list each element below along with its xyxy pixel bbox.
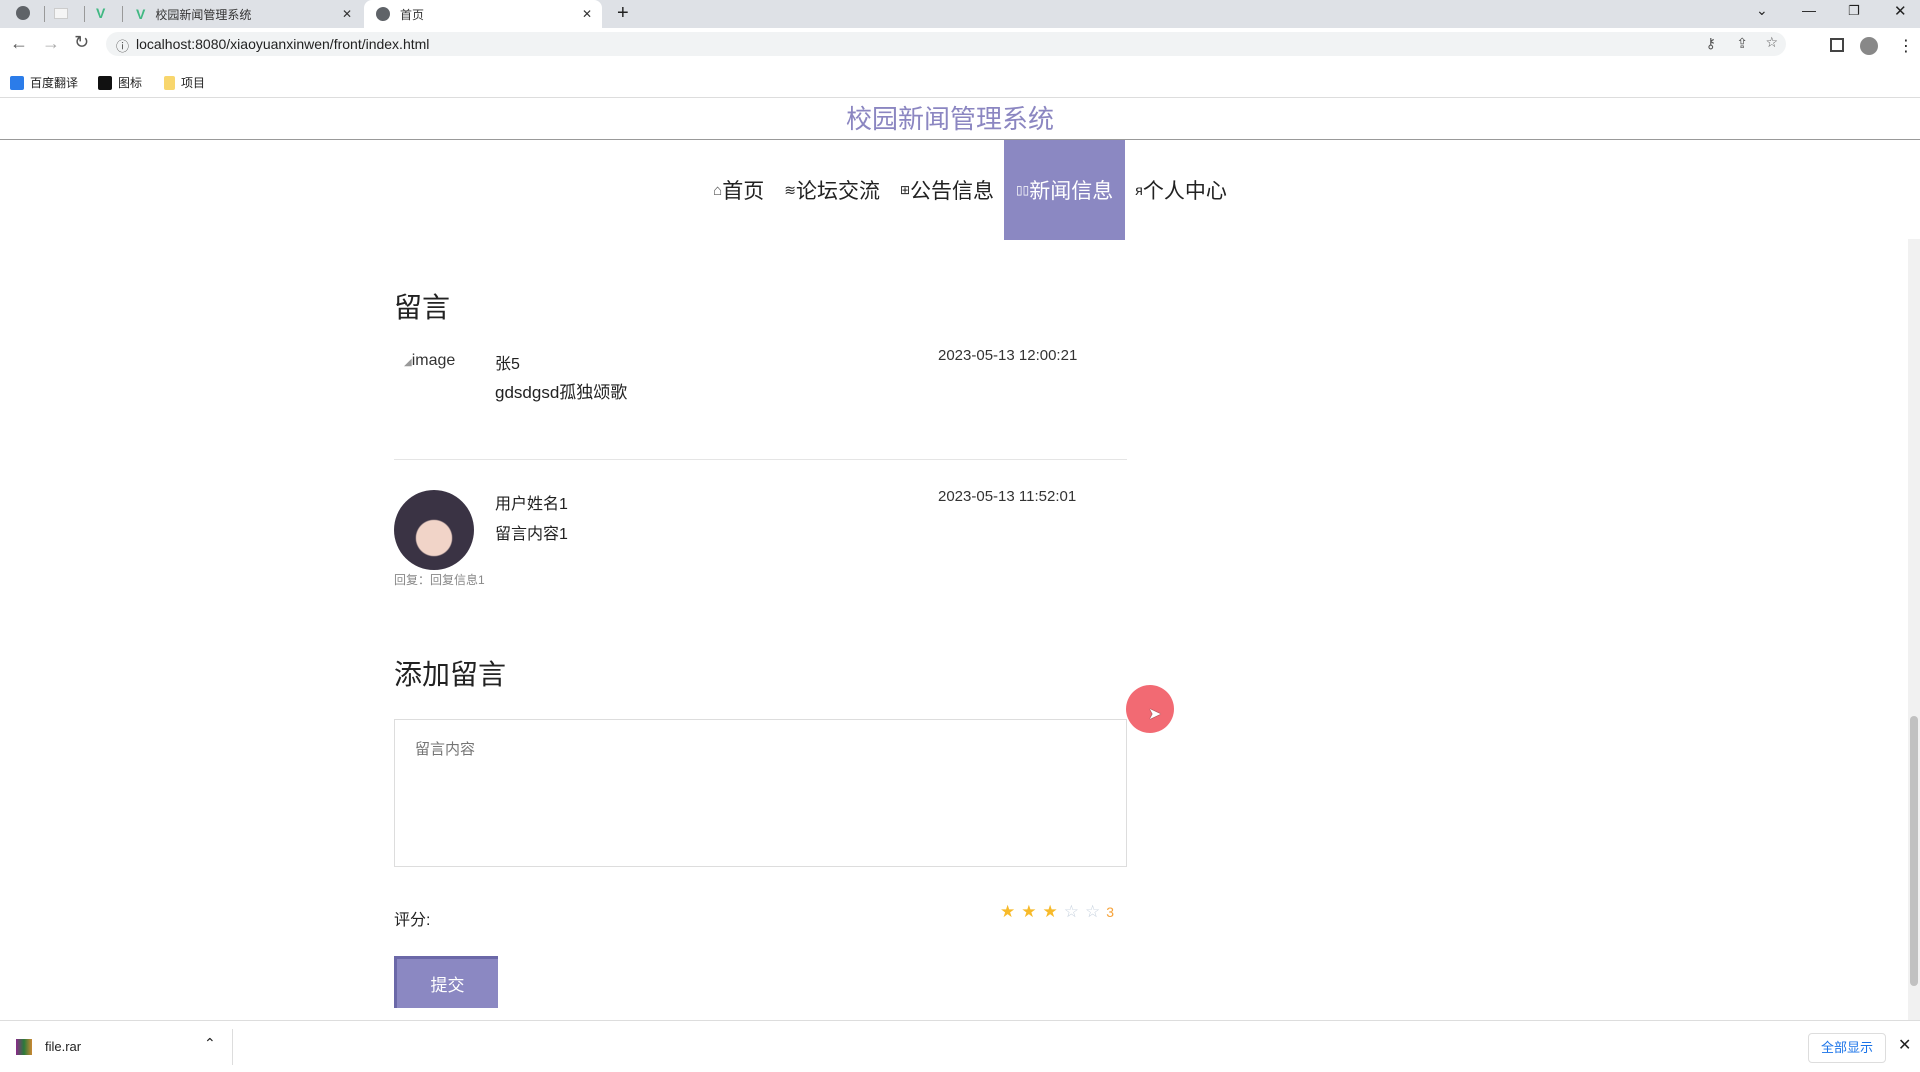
download-bar: file.rar ⌃ 全部显示 ✕: [0, 1020, 1920, 1072]
nav-forum[interactable]: ≋ 论坛交流: [774, 140, 890, 240]
comment-content: gdsdgsd孤独颂歌: [495, 383, 628, 402]
close-download-bar-icon[interactable]: ✕: [1898, 1035, 1911, 1055]
nav-home[interactable]: ⌂ 首页: [703, 140, 774, 240]
main-nav: ⌂ 首页 ≋ 论坛交流 ⊞ 公告信息 ▯▯ 新闻信息 ᴙ 个人中心: [0, 140, 1920, 240]
rating-label: 评分:: [394, 912, 431, 929]
rating-stars[interactable]: ★ ★ ★ ☆ ☆ 3: [1000, 902, 1114, 922]
comment-author: 用户姓名1: [495, 496, 568, 513]
divider: [232, 1029, 233, 1065]
divider: [394, 459, 1127, 460]
page-icon[interactable]: [54, 8, 68, 19]
comment-reply: 回复：回复信息1: [394, 573, 485, 587]
gift-icon: ⊞: [899, 183, 911, 197]
comment-time: 2023-05-13 11:52:01: [938, 488, 1077, 505]
tab-strip: V V 校园新闻管理系统 ✕ 首页 ✕ + ⌄ — ❐ ✕: [0, 0, 1920, 28]
bookmark-label: 百度翻译: [30, 76, 79, 90]
star-icon[interactable]: ★: [1021, 902, 1036, 922]
nav-label: 公告信息: [910, 180, 995, 203]
comment-content: 留言内容1: [495, 526, 568, 543]
url-text: localhost:8080/xiaoyuanxinwen/front/inde…: [136, 36, 430, 52]
site-title: 校园新闻管理系统: [0, 98, 1920, 140]
comment-input[interactable]: [394, 719, 1127, 867]
close-icon[interactable]: ✕: [342, 7, 352, 21]
flag-icon: [98, 75, 112, 90]
star-icon[interactable]: ★: [1000, 902, 1015, 922]
user-icon: ᴙ: [1135, 182, 1143, 198]
tab-title: 校园新闻管理系统: [155, 7, 252, 22]
reload-button[interactable]: ↻: [74, 32, 89, 53]
star-empty-icon[interactable]: ☆: [1064, 902, 1079, 922]
vue-icon[interactable]: V: [96, 5, 105, 21]
comments-heading: 留言: [394, 292, 451, 323]
tab-title: 首页: [400, 7, 425, 22]
nav-profile[interactable]: ᴙ 个人中心: [1125, 140, 1237, 240]
download-filename[interactable]: file.rar: [45, 1039, 81, 1054]
close-window-button[interactable]: ✕: [1894, 2, 1907, 20]
rar-file-icon: [16, 1039, 32, 1055]
nav-label: 首页: [722, 180, 765, 203]
restore-button[interactable]: ❐: [1848, 3, 1860, 19]
bookmarks-bar: 百度翻译 图标 项目: [0, 68, 1920, 98]
folder-icon: [164, 75, 175, 90]
globe-icon[interactable]: [16, 6, 30, 20]
broken-image-icon: ◢: [404, 357, 412, 368]
rating-value: 3: [1106, 904, 1115, 920]
avatar: [394, 490, 474, 570]
nav-label: 个人中心: [1142, 180, 1227, 203]
vue-icon: V: [136, 6, 146, 22]
nav-label: 新闻信息: [1029, 180, 1114, 203]
tab-home[interactable]: 首页 ✕: [364, 0, 602, 28]
share-icon[interactable]: ⇪: [1736, 35, 1748, 52]
forward-button[interactable]: →: [42, 33, 60, 54]
bookmark-label: 图标: [118, 76, 143, 90]
nav-label: 论坛交流: [795, 180, 880, 203]
nav-notice[interactable]: ⊞ 公告信息: [890, 140, 1004, 240]
add-comment-heading: 添加留言: [394, 659, 507, 690]
tab-search-icon[interactable]: ⌄: [1756, 2, 1768, 19]
info-icon: ⓘ: [116, 39, 130, 54]
news-icon: ▯▯: [1016, 183, 1030, 197]
star-empty-icon[interactable]: ☆: [1085, 902, 1100, 922]
profile-icon[interactable]: [1860, 37, 1878, 55]
layers-icon: ≋: [784, 181, 796, 198]
scrollbar-thumb[interactable]: [1910, 716, 1918, 986]
submit-button[interactable]: 提交: [394, 956, 498, 1008]
back-button[interactable]: ←: [10, 33, 28, 54]
bookmark-item[interactable]: 项目: [164, 74, 205, 91]
star-icon[interactable]: ★: [1043, 902, 1058, 922]
menu-icon[interactable]: ⋮: [1898, 36, 1914, 56]
cursor-icon: ➤: [1148, 706, 1162, 723]
globe-icon: [376, 7, 390, 21]
bookmark-item[interactable]: 百度翻译: [10, 74, 78, 91]
key-icon[interactable]: ⚷: [1706, 35, 1716, 52]
avatar-alt-text: image: [411, 352, 456, 369]
close-icon[interactable]: ✕: [582, 7, 592, 21]
new-tab-button[interactable]: +: [617, 2, 629, 25]
comment-time: 2023-05-13 12:00:21: [938, 347, 1078, 364]
address-bar[interactable]: ⓘ localhost:8080/xiaoyuanxinwen/front/in…: [106, 32, 1786, 56]
chevron-up-icon[interactable]: ⌃: [204, 1035, 216, 1052]
comment-author: 张5: [495, 356, 520, 373]
bookmark-item[interactable]: 图标: [98, 74, 142, 91]
tab-xiaoyuan[interactable]: V 校园新闻管理系统 ✕: [130, 0, 360, 28]
translate-icon: [10, 75, 24, 90]
bookmark-star-icon[interactable]: ☆: [1765, 34, 1778, 51]
show-all-button[interactable]: 全部显示: [1808, 1033, 1886, 1063]
home-icon: ⌂: [713, 181, 723, 199]
minimize-button[interactable]: —: [1802, 2, 1816, 18]
bookmark-label: 项目: [181, 76, 206, 90]
side-panel-icon[interactable]: [1830, 38, 1844, 52]
avatar-broken-image: ◢image: [404, 352, 455, 370]
nav-news[interactable]: ▯▯ 新闻信息: [1004, 140, 1126, 240]
